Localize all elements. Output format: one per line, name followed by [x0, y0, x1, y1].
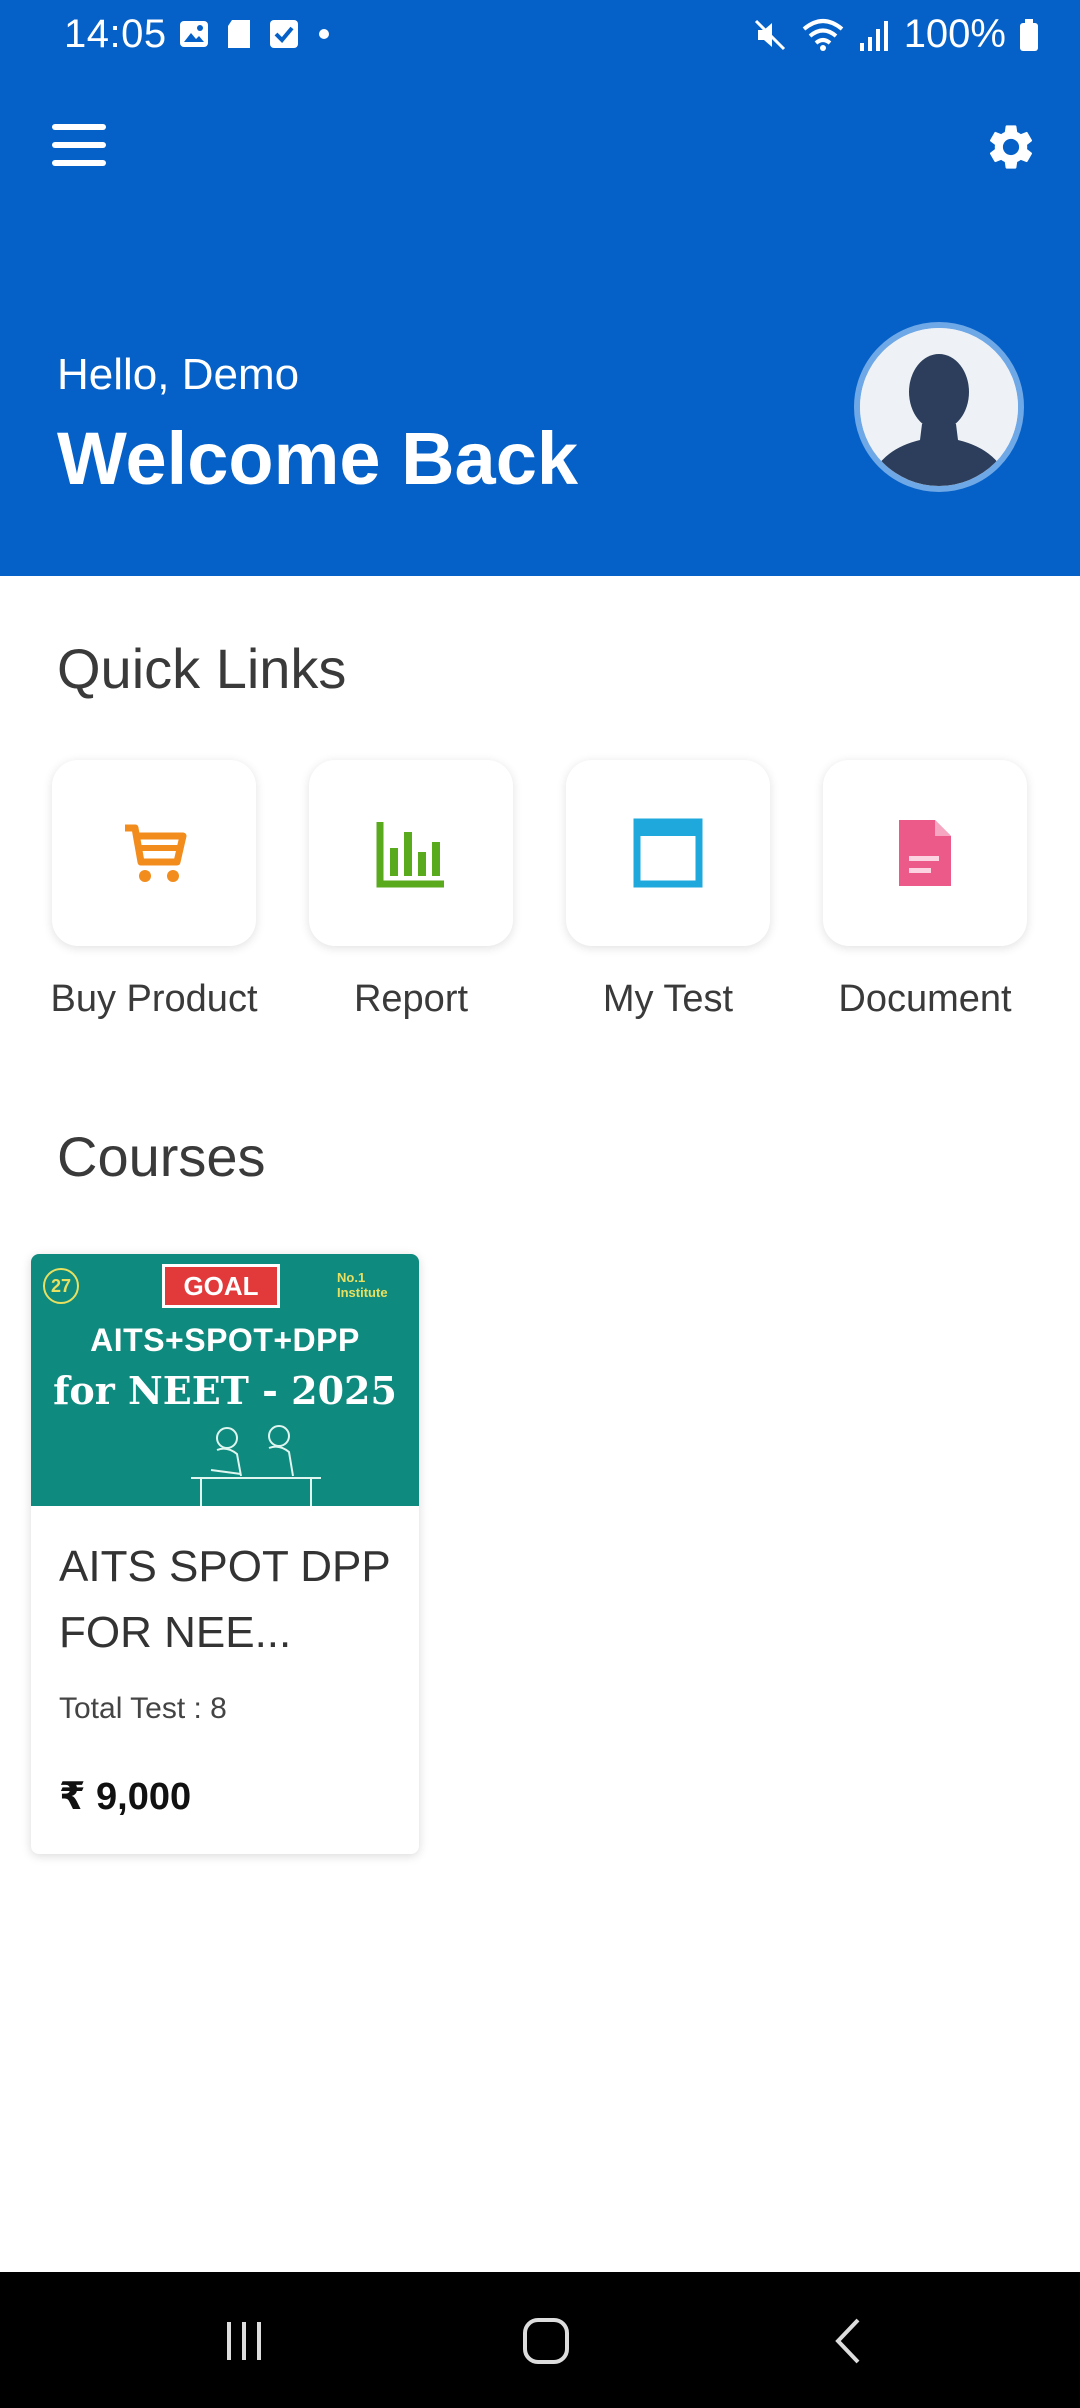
home-icon	[523, 2318, 569, 2364]
menu-button[interactable]	[52, 124, 108, 170]
settings-gear-icon[interactable]	[984, 120, 1038, 174]
mute-icon	[754, 19, 785, 50]
status-right: 100%	[752, 12, 1040, 57]
greeting-text: Hello, Demo	[57, 350, 300, 399]
status-time: 14:05	[64, 12, 167, 56]
course-card[interactable]: 27 GOAL No.1 Institute AITS+SPOT+DPP for…	[31, 1254, 419, 1854]
quick-link-my-test[interactable]: My Test	[566, 760, 770, 1020]
bar-chart-icon	[376, 822, 444, 888]
signal-icon	[859, 20, 888, 51]
quick-link-report[interactable]: Report	[309, 760, 513, 1020]
recents-icon	[227, 2322, 261, 2360]
battery-icon	[1020, 18, 1038, 51]
wifi-icon	[802, 18, 843, 51]
course-price: ₹ 9,000	[59, 1776, 192, 1818]
recent-apps-button[interactable]	[194, 2306, 294, 2376]
banner-subheadline: for NEET - 2025	[53, 1368, 397, 1413]
students-illustration	[191, 1425, 321, 1506]
browser-window-icon	[633, 818, 703, 888]
banner-headline: AITS+SPOT+DPP	[90, 1322, 360, 1358]
back-button[interactable]	[798, 2306, 898, 2376]
quick-link-card[interactable]	[823, 760, 1027, 946]
quick-link-label: Document	[838, 978, 1012, 1020]
sd-card-icon	[228, 20, 250, 48]
back-icon	[835, 2318, 860, 2364]
document-icon	[899, 820, 951, 886]
banner-badge: 27	[43, 1268, 79, 1304]
quick-link-card[interactable]	[566, 760, 770, 946]
quick-link-label: My Test	[602, 978, 734, 1020]
cart-icon	[125, 824, 187, 882]
person-silhouette-icon	[860, 328, 1018, 486]
course-total-tests: Total Test : 8	[59, 1692, 227, 1725]
app-header: 14:05 100% Hello, Demo Welcome Back	[0, 0, 1080, 576]
course-banner-image: 27 GOAL No.1 Institute AITS+SPOT+DPP for…	[31, 1254, 419, 1506]
banner-institute: No.1 Institute	[337, 1270, 388, 1300]
course-title: AITS SPOT DPP FOR NEE...	[59, 1542, 390, 1657]
gallery-icon	[180, 21, 208, 47]
menu-icon	[52, 124, 106, 130]
status-bar: 14:05 100%	[0, 0, 1080, 70]
notification-icons	[178, 18, 334, 50]
checkbox-icon	[270, 20, 298, 48]
profile-avatar[interactable]	[854, 322, 1024, 492]
quick-link-label: Buy Product	[50, 978, 258, 1020]
welcome-title: Welcome Back	[57, 417, 578, 500]
quick-link-buy-product[interactable]: Buy Product	[51, 760, 258, 1020]
quick-link-label: Report	[353, 978, 469, 1020]
quick-link-card[interactable]	[309, 760, 513, 946]
home-button[interactable]	[496, 2306, 596, 2376]
quick-links-title: Quick Links	[57, 637, 347, 700]
dot-icon	[319, 29, 329, 39]
banner-logo: GOAL	[162, 1264, 280, 1308]
system-nav-bar	[0, 2272, 1080, 2408]
battery-percent: 100%	[903, 12, 1006, 56]
quick-link-document[interactable]: Document	[823, 760, 1027, 1020]
quick-link-card[interactable]	[52, 760, 256, 946]
courses-title: Courses	[57, 1125, 266, 1188]
